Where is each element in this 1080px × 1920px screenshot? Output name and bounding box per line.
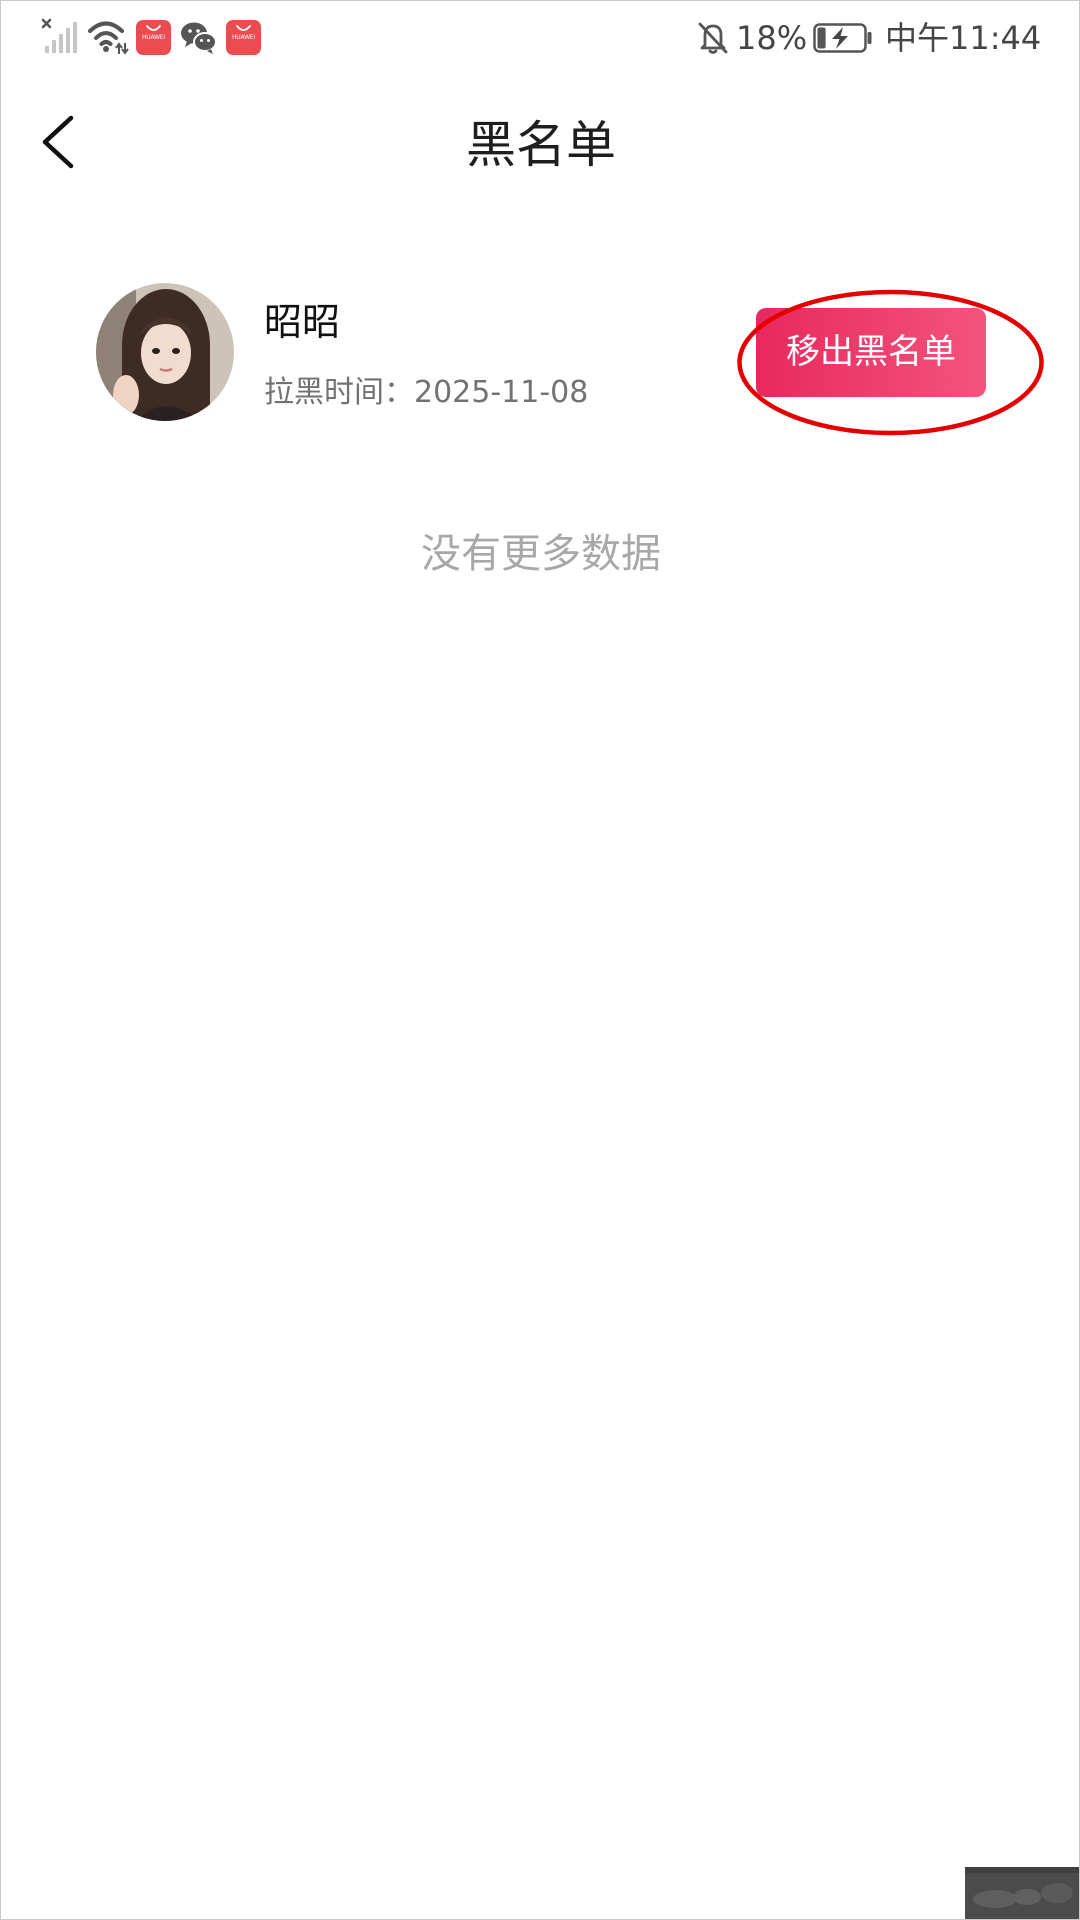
status-bar: HUAWEI HUAWEI 18% 中午11:44 [1,1,1079,75]
huawei-appgallery-icon: HUAWEI [226,20,261,55]
screen: HUAWEI HUAWEI 18% 中午11:44 黑名单 昭昭 拉黑时间：20… [0,0,1080,1920]
user-name: 昭昭 [264,300,341,344]
status-time: 中午11:44 [885,19,1042,57]
huawei-logo-text: HUAWEI [232,34,255,41]
huawei-logo-text: HUAWEI [142,34,165,41]
battery-charging-icon [813,23,872,53]
blocked-date: 2025-11-08 [414,375,589,410]
battery-percent: 18% [736,19,808,57]
back-button[interactable] [31,105,91,179]
bell-off-icon [698,22,728,54]
wifi-icon [88,21,129,55]
wechat-icon [181,22,217,54]
no-more-data-text: 没有更多数据 [421,531,661,577]
chevron-left-icon [42,115,74,169]
huawei-appgallery-icon: HUAWEI [136,20,171,55]
signal-no-service-icon [41,18,77,53]
blocked-time: 拉黑时间：2025-11-08 [264,374,588,412]
avatar[interactable] [96,283,234,421]
avatar-photo [96,283,234,421]
page-title: 黑名单 [466,116,616,174]
corner-overlay [965,1867,1079,1919]
remove-from-blacklist-button[interactable]: 移出黑名单 [756,308,986,397]
blocked-time-label: 拉黑时间： [264,375,414,410]
